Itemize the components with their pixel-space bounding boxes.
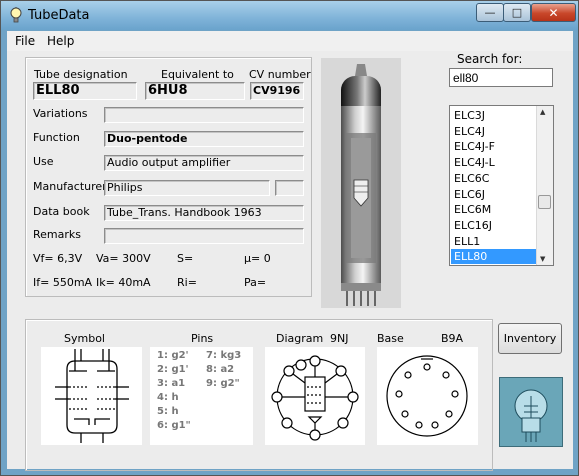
function-label: Function [33, 131, 80, 144]
pins-panel: 1: g2' 2: g1' 3: a1 4: h 5: h 6: g1" 7: kg3 8:… [150, 347, 253, 445]
pin-label: 3: a1 [157, 378, 186, 389]
variations-label: Variations [33, 107, 88, 120]
manufacturer-field[interactable]: Philips [104, 180, 270, 196]
pin-label: 5: h [157, 406, 179, 417]
client-area: File Help Tube designation Equivalent to… [7, 31, 573, 471]
remarks-field[interactable] [104, 228, 304, 244]
diagram-panel [265, 347, 365, 445]
search-label: Search for: [457, 52, 523, 66]
manufacturer-label: Manufacturer [33, 180, 107, 193]
manufacturer-code-field[interactable] [275, 180, 304, 196]
variations-field[interactable] [104, 107, 304, 123]
tube-list-item[interactable]: ELC4J-F [451, 139, 537, 154]
tube-list-item[interactable]: ELC4J-L [451, 155, 537, 170]
use-field[interactable]: Audio output amplifier [104, 155, 304, 171]
databook-field[interactable]: Tube_Trans. Handbook 1963 [104, 205, 304, 221]
diagram-code: 9NJ [330, 332, 349, 345]
tube-list-item[interactable]: ELC6C [451, 171, 537, 186]
tube-list[interactable]: ELC3J ELC4J ELC4J-F ELC4J-L ELC6C ELC6J ELC6M E… [449, 105, 554, 266]
tube-list-item[interactable]: ELC3J [451, 108, 537, 123]
spec-ik: Ik= 40mA [96, 276, 151, 289]
title-bar[interactable]: TubeData — □ ✕ [1, 1, 578, 30]
menu-file[interactable]: File [15, 34, 35, 48]
remarks-label: Remarks [33, 228, 81, 241]
search-input[interactable] [449, 68, 553, 87]
spec-s: S= [177, 252, 194, 265]
pin-label: 4: h [157, 392, 179, 403]
symbol-panel [41, 347, 142, 445]
base-pinout-icon [386, 355, 468, 437]
tube-list-item[interactable]: ELC4J [451, 124, 537, 139]
designation-label: Tube designation [34, 68, 128, 81]
tube-photo [321, 58, 401, 308]
use-label: Use [33, 155, 54, 168]
function-field[interactable]: Duo-pentode [104, 131, 304, 147]
scroll-down-icon[interactable]: ▼ [540, 255, 545, 263]
window-title: TubeData [28, 8, 90, 23]
spec-if: If= 550mA [33, 276, 93, 289]
minimize-icon: — [484, 6, 496, 19]
pins-label: Pins [191, 332, 214, 345]
tube-logo-icon [514, 389, 548, 442]
app-logo [499, 377, 563, 447]
tube-list-item[interactable]: ELC16J [451, 218, 537, 233]
spec-ri: Ri= [177, 276, 197, 289]
pin-label: 8: a2 [206, 364, 235, 375]
lightbulb-icon [10, 7, 22, 23]
menu-bar: File Help [7, 31, 573, 51]
spec-pa: Pa= [244, 276, 267, 289]
app-window: TubeData — □ ✕ File Help Tube designatio… [0, 0, 579, 476]
pin-label: 6: g1" [157, 420, 191, 431]
scroll-thumb[interactable] [538, 195, 551, 209]
base-label: Base [377, 332, 404, 345]
tube-list-item[interactable]: ELC6M [451, 202, 537, 217]
close-button[interactable]: ✕ [531, 3, 576, 22]
inventory-button[interactable]: Inventory [498, 323, 562, 354]
base-panel [377, 347, 478, 445]
scroll-up-icon[interactable]: ▲ [540, 108, 545, 116]
tube-list-item[interactable]: ELL80 [451, 249, 537, 265]
maximize-icon: □ [511, 6, 523, 19]
equivalent-field[interactable]: 6HU8 [145, 82, 245, 100]
list-scrollbar[interactable]: ▲ ▼ [536, 106, 553, 265]
designation-field[interactable]: ELL80 [33, 82, 137, 100]
cv-field[interactable]: CV9196 [250, 82, 304, 100]
menu-help[interactable]: Help [47, 34, 74, 48]
pin-label: 9: g2" [206, 378, 240, 389]
spec-mu: µ= 0 [244, 252, 271, 265]
spec-va: Va= 300V [96, 252, 151, 265]
maximize-button[interactable]: □ [503, 3, 531, 22]
minimize-button[interactable]: — [476, 3, 504, 22]
symbol-label: Symbol [64, 332, 105, 345]
spec-vf: Vf= 6,3V [33, 252, 83, 265]
equivalent-label: Equivalent to [161, 68, 234, 81]
pin-label: 1: g2' [157, 350, 189, 361]
pin-diagram-icon [271, 355, 359, 441]
diagram-label: Diagram [276, 332, 324, 345]
cv-label: CV number [249, 68, 311, 81]
pin-label: 2: g1' [157, 364, 189, 375]
tube-symbol-icon [55, 349, 129, 443]
tube-list-item[interactable]: ELL1 [451, 234, 537, 249]
base-code: B9A [441, 332, 464, 345]
tube-list-item[interactable]: ELC6J [451, 187, 537, 202]
databook-label: Data book [33, 205, 90, 218]
tube-image [341, 64, 381, 306]
pin-label: 7: kg3 [206, 350, 242, 361]
close-icon: ✕ [548, 5, 559, 20]
